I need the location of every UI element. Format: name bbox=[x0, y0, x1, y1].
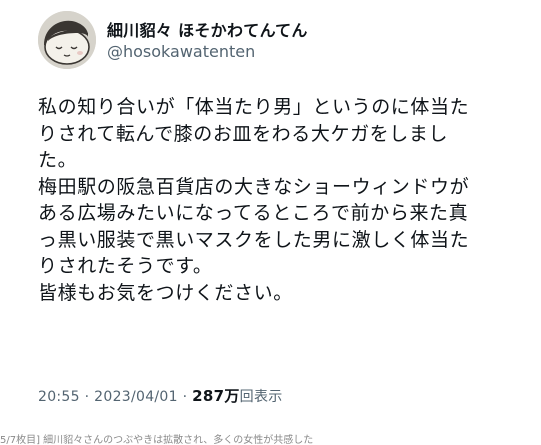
tweet-text-line: た。 bbox=[38, 149, 78, 171]
tweet-text-line: ある広場みたいになってるところで前から来た真 bbox=[38, 202, 469, 224]
meta-separator: · bbox=[182, 389, 188, 405]
tweet-text-line: りされて転んで膝のお皿をわる大ケガをしまし bbox=[38, 122, 449, 145]
tweet-date[interactable]: 2023/04/01 bbox=[94, 389, 178, 405]
tweet-text-line: 皆様もお気をつけください。 bbox=[38, 281, 293, 304]
image-caption-strip: 5/7枚目] 細川貂々さんのつぶやきは拡散され、多くの女性が共感した bbox=[0, 425, 541, 445]
tweet-text-line: りされたそうです。 bbox=[38, 255, 213, 277]
tweet-time[interactable]: 20:55 bbox=[38, 389, 80, 405]
tweet-text-line: 私の知り合いが「体当たり男」というのに体当た bbox=[38, 96, 470, 118]
views-label: 回表示 bbox=[239, 389, 283, 405]
tweet-text-line: っ黒い服装で黒いマスクをした男に激しく体当た bbox=[38, 228, 470, 251]
tweet-text: 私の知り合いが「体当たり男」というのに体当た りされて転んで膝のお皿をわる大ケガ… bbox=[38, 94, 508, 306]
image-caption: 5/7枚目] 細川貂々さんのつぶやきは拡散され、多くの女性が共感した bbox=[0, 435, 314, 445]
user-avatar[interactable] bbox=[38, 11, 96, 69]
tweet-metadata: 20:55 · 2023/04/01 · 287万回表示 bbox=[38, 385, 283, 406]
tweet-text-line: 梅田駅の阪急百貨店の大きなショーウィンドウが bbox=[38, 175, 470, 198]
screenshot-page: 細川貂々 ほそかわてんてん @hosokawatenten 私の知り合いが「体当… bbox=[0, 0, 541, 445]
tweet-card: 細川貂々 ほそかわてんてん @hosokawatenten 私の知り合いが「体当… bbox=[0, 0, 541, 425]
user-handle[interactable]: @hosokawatenten bbox=[107, 42, 255, 61]
views-count: 287万 bbox=[192, 387, 240, 405]
meta-separator: · bbox=[84, 389, 90, 405]
cartoon-face-avatar-icon bbox=[38, 11, 96, 69]
display-name[interactable]: 細川貂々 ほそかわてんてん bbox=[107, 17, 308, 41]
